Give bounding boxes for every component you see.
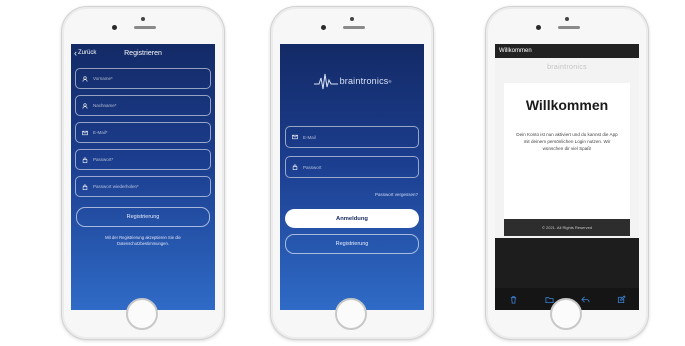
last-name-placeholder: Nachname* <box>93 103 117 108</box>
trash-icon[interactable] <box>508 294 518 304</box>
password-repeat-placeholder: Passwort wiederholen* <box>93 184 139 189</box>
email-placeholder: E-Mail* <box>93 130 108 135</box>
welcome-screen: Willkommen braintronics Willkommen Dein … <box>495 44 639 310</box>
person-icon <box>82 75 88 82</box>
password-placeholder: Passwort <box>303 164 322 170</box>
login-screen: braintronics ® E-Mail Passwort Passwort v… <box>280 44 424 310</box>
email-placeholder: E-Mail <box>303 134 316 140</box>
email-field[interactable]: E-Mail* <box>75 122 211 143</box>
first-name-placeholder: Vorname* <box>93 76 113 81</box>
welcome-message: Dein Konto ist nun aktiviert und du kann… <box>516 132 618 151</box>
last-name-field[interactable]: Nachname* <box>75 95 211 116</box>
person-icon <box>82 102 88 109</box>
folder-icon[interactable] <box>544 294 554 304</box>
phone-register: ‹ Zurück Registrieren Vorname* Nachname*… <box>61 6 225 340</box>
back-button[interactable]: ‹ Zurück <box>74 47 97 58</box>
pulse-wave-icon <box>313 73 338 90</box>
phone-login: braintronics ® E-Mail Passwort Passwort v… <box>270 6 434 340</box>
register-button[interactable]: Registrierung <box>285 234 419 254</box>
register-screen: ‹ Zurück Registrieren Vorname* Nachname*… <box>71 44 215 310</box>
privacy-note: Mit der Registrierung akzeptieren Sie di… <box>71 235 215 247</box>
lock-icon <box>82 184 88 190</box>
email-field[interactable]: E-Mail <box>285 126 419 148</box>
brand-name: braintronics <box>339 76 389 86</box>
speaker-grille <box>134 26 156 29</box>
lock-icon <box>82 157 88 163</box>
email-header-logo: braintronics <box>547 64 587 71</box>
email-footer: © 2021. All Rights Reserved <box>504 219 630 236</box>
email-body: braintronics Willkommen Dein Konto ist n… <box>495 58 639 238</box>
login-button[interactable]: Anmeldung <box>285 209 419 228</box>
sensor-dot <box>350 17 354 21</box>
welcome-heading: Willkommen <box>525 97 609 113</box>
register-submit-button[interactable]: Registrierung <box>76 207 210 227</box>
mail-icon <box>82 130 88 136</box>
mail-title-bar: Willkommen <box>495 44 639 58</box>
sensor-dot <box>565 17 569 21</box>
front-camera <box>321 25 326 30</box>
chevron-left-icon: ‹ <box>74 47 77 58</box>
forgot-password-link[interactable]: Passwort vergessen? <box>280 192 418 197</box>
front-camera <box>112 25 117 30</box>
first-name-field[interactable]: Vorname* <box>75 68 211 89</box>
reply-icon[interactable] <box>580 294 590 304</box>
speaker-grille <box>343 26 365 29</box>
home-button[interactable] <box>335 298 367 330</box>
mail-icon <box>292 134 298 140</box>
home-button[interactable] <box>550 298 582 330</box>
speaker-grille <box>558 26 580 29</box>
home-button[interactable] <box>126 298 158 330</box>
password-placeholder: Passwort* <box>93 157 114 162</box>
back-label: Zurück <box>78 50 97 56</box>
lock-icon <box>292 164 298 170</box>
email-card: Willkommen Dein Konto ist nun aktiviert … <box>504 83 630 219</box>
sensor-dot <box>141 17 145 21</box>
register-navbar: ‹ Zurück Registrieren <box>71 44 215 62</box>
compose-icon[interactable] <box>616 294 626 304</box>
password-field[interactable]: Passwort* <box>75 149 211 170</box>
password-repeat-field[interactable]: Passwort wiederholen* <box>75 176 211 197</box>
brand-logo: braintronics ® <box>280 66 424 96</box>
phone-welcome: Willkommen braintronics Willkommen Dein … <box>485 6 649 340</box>
password-field[interactable]: Passwort <box>285 156 419 178</box>
privacy-policy-link[interactable]: Datenschutzbestimmungen. <box>81 241 205 247</box>
front-camera <box>536 25 541 30</box>
